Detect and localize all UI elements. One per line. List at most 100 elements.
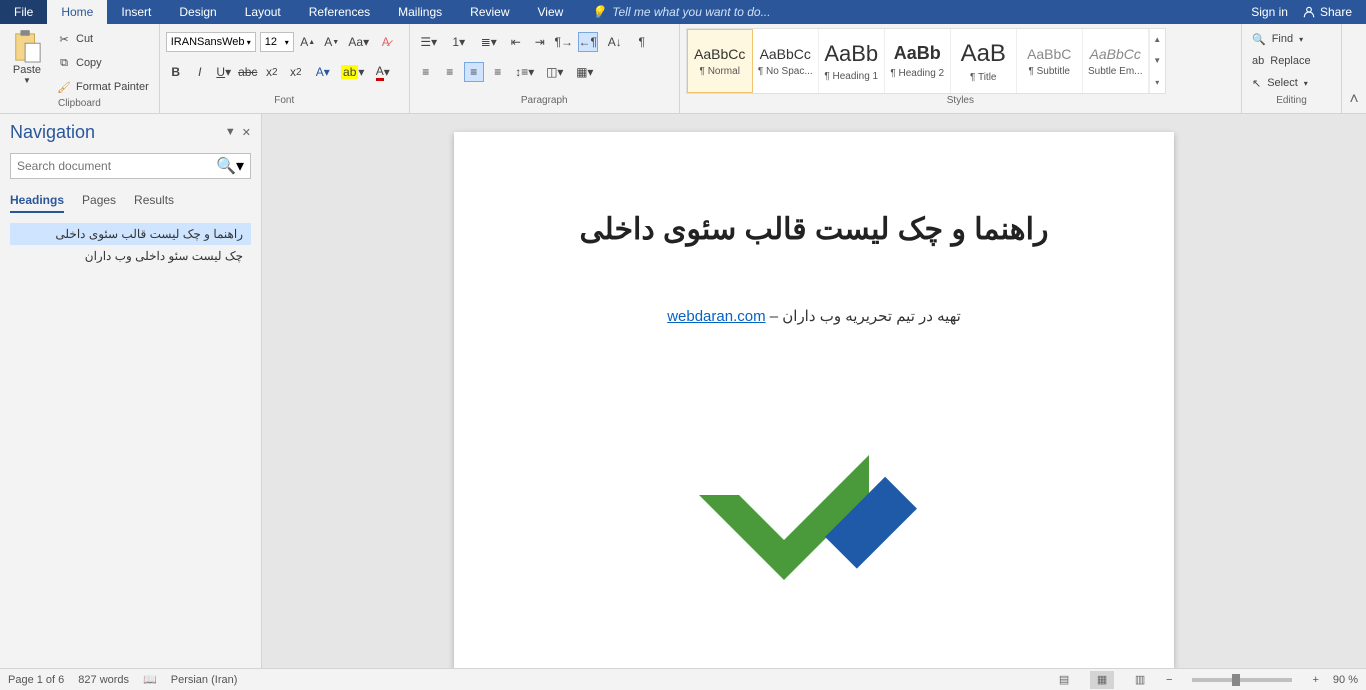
style-subtle-em[interactable]: AaBbCcSubtle Em... — [1083, 29, 1149, 93]
style-normal[interactable]: AaBbCc¶ Normal — [687, 29, 753, 93]
collapse-ribbon-button[interactable]: ˄ — [1342, 24, 1366, 113]
select-button[interactable]: ↖Select▾ — [1248, 72, 1312, 94]
grow-font-button[interactable]: A▲ — [298, 32, 318, 52]
clear-formatting-button[interactable]: A̷ — [376, 32, 396, 52]
navpane-close[interactable]: ✕ — [242, 126, 251, 139]
tell-me-search[interactable]: 💡 Tell me what you want to do... — [577, 0, 784, 24]
zoom-level[interactable]: 90 % — [1333, 674, 1358, 686]
group-label-styles: Styles — [686, 95, 1235, 113]
webdaran-link[interactable]: webdaran.com — [667, 308, 765, 325]
cut-button[interactable]: ✂Cut — [52, 28, 153, 50]
tab-view[interactable]: View — [524, 0, 578, 24]
gallery-row-down[interactable]: ▼ — [1150, 50, 1165, 71]
change-case-button[interactable]: Aa▾ — [346, 32, 372, 52]
navpane-dropdown[interactable]: ▼ — [225, 126, 236, 139]
tab-design[interactable]: Design — [165, 0, 230, 24]
sort-button[interactable]: A↓ — [602, 32, 628, 52]
justify-button[interactable]: ≡ — [488, 62, 508, 82]
style-heading2[interactable]: AaBb¶ Heading 2 — [885, 29, 951, 93]
underline-button[interactable]: U▾ — [214, 62, 234, 82]
font-color-button[interactable]: A▾ — [370, 62, 396, 82]
group-font: IRANSansWeb▾ 12▾ A▲ A▼ Aa▾ A̷ B I U▾ abc… — [160, 24, 410, 113]
text-effects-button[interactable]: A▾ — [310, 62, 336, 82]
decrease-indent-button[interactable]: ⇤ — [506, 32, 526, 52]
nav-tab-headings[interactable]: Headings — [10, 193, 64, 213]
title-tab-bar: File Home Insert Design Layout Reference… — [0, 0, 1366, 24]
borders-button[interactable]: ▦▾ — [572, 62, 598, 82]
rtl-button[interactable]: ←¶ — [578, 32, 598, 52]
zoom-slider-thumb[interactable] — [1232, 674, 1240, 686]
group-clipboard: Paste ▼ ✂Cut ⧉Copy 🖌Format Painter Clipb… — [0, 24, 160, 113]
increase-indent-button[interactable]: ⇥ — [530, 32, 550, 52]
nav-tab-pages[interactable]: Pages — [82, 193, 116, 213]
bullets-button[interactable]: ☰▾ — [416, 32, 442, 52]
styles-gallery: AaBbCc¶ Normal AaBbCc¶ No Spac... AaBb¶ … — [686, 28, 1166, 94]
document-title: راهنما و چک لیست قالب سئوی داخلی — [514, 212, 1114, 247]
bold-button[interactable]: B — [166, 62, 186, 82]
show-marks-button[interactable]: ¶ — [632, 32, 652, 52]
status-words[interactable]: 827 words — [78, 674, 129, 686]
shading-button[interactable]: ◫▾ — [542, 62, 568, 82]
align-right-button[interactable]: ≡ — [464, 62, 484, 82]
tab-references[interactable]: References — [295, 0, 384, 24]
subscript-button[interactable]: x2 — [262, 62, 282, 82]
status-page[interactable]: Page 1 of 6 — [8, 674, 64, 686]
nav-heading-item[interactable]: چک لیست سئو داخلی وب داران — [10, 245, 251, 267]
shrink-font-button[interactable]: A▼ — [322, 32, 342, 52]
highlight-button[interactable]: ab▾ — [340, 62, 366, 82]
line-spacing-button[interactable]: ↕≡▾ — [512, 62, 538, 82]
style-title[interactable]: AaB¶ Title — [951, 29, 1017, 93]
nav-tab-results[interactable]: Results — [134, 193, 174, 213]
style-heading1[interactable]: AaBb¶ Heading 1 — [819, 29, 885, 93]
tab-home[interactable]: Home — [47, 0, 107, 24]
tab-review[interactable]: Review — [456, 0, 523, 24]
tab-layout[interactable]: Layout — [231, 0, 295, 24]
search-icon[interactable]: 🔍▾ — [216, 156, 244, 176]
gallery-expand[interactable]: ▾ — [1150, 72, 1165, 93]
web-layout-button[interactable]: ▥ — [1128, 671, 1152, 689]
superscript-button[interactable]: x2 — [286, 62, 306, 82]
copy-icon: ⧉ — [56, 55, 72, 71]
style-subtitle[interactable]: AaBbC¶ Subtitle — [1017, 29, 1083, 93]
replace-button[interactable]: abReplace — [1248, 50, 1315, 72]
zoom-slider[interactable] — [1192, 678, 1292, 682]
ribbon: Paste ▼ ✂Cut ⧉Copy 🖌Format Painter Clipb… — [0, 24, 1366, 114]
zoom-in-button[interactable]: + — [1312, 674, 1318, 686]
nav-search-input[interactable] — [17, 159, 216, 173]
format-painter-button[interactable]: 🖌Format Painter — [52, 76, 153, 98]
align-center-button[interactable]: ≡ — [440, 62, 460, 82]
font-size-combo[interactable]: 12▾ — [260, 32, 294, 52]
read-mode-button[interactable]: ▤ — [1052, 671, 1076, 689]
tab-insert[interactable]: Insert — [107, 0, 165, 24]
share-button[interactable]: Share — [1302, 5, 1352, 19]
style-no-spacing[interactable]: AaBbCc¶ No Spac... — [753, 29, 819, 93]
font-name-combo[interactable]: IRANSansWeb▾ — [166, 32, 256, 52]
sign-in-link[interactable]: Sign in — [1251, 5, 1288, 19]
nav-search-box[interactable]: 🔍▾ — [10, 153, 251, 179]
ltr-button[interactable]: ¶→ — [554, 32, 574, 52]
document-area[interactable]: راهنما و چک لیست قالب سئوی داخلی تهیه در… — [262, 114, 1366, 668]
paste-button[interactable]: Paste ▼ — [6, 28, 48, 85]
spellcheck-icon[interactable]: 📖 — [143, 673, 157, 686]
zoom-out-button[interactable]: − — [1166, 674, 1172, 686]
copy-button[interactable]: ⧉Copy — [52, 52, 153, 74]
multilevel-button[interactable]: ≣▾ — [476, 32, 502, 52]
document-subline: تهیه در تیم تحریریه وب داران – webdaran.… — [514, 307, 1114, 325]
find-button[interactable]: 🔍Find▾ — [1248, 28, 1307, 50]
tell-me-placeholder: Tell me what you want to do... — [612, 5, 770, 19]
group-styles: AaBbCc¶ Normal AaBbCc¶ No Spac... AaBb¶ … — [680, 24, 1242, 113]
status-language[interactable]: Persian (Iran) — [171, 674, 238, 686]
strikethrough-button[interactable]: abc — [238, 62, 258, 82]
nav-heading-item[interactable]: راهنما و چک لیست قالب سئوی داخلی — [10, 223, 251, 245]
align-left-button[interactable]: ≡ — [416, 62, 436, 82]
document-page[interactable]: راهنما و چک لیست قالب سئوی داخلی تهیه در… — [454, 132, 1174, 668]
tab-mailings[interactable]: Mailings — [384, 0, 456, 24]
group-paragraph: ☰▾ 1▾ ≣▾ ⇤ ⇥ ¶→ ←¶ A↓ ¶ ≡ ≡ ≡ ≡ ↕≡▾ ◫▾ ▦… — [410, 24, 680, 113]
numbering-button[interactable]: 1▾ — [446, 32, 472, 52]
chevron-down-icon: ▾ — [247, 38, 251, 47]
gallery-row-up[interactable]: ▲ — [1150, 29, 1165, 50]
print-layout-button[interactable]: ▦ — [1090, 671, 1114, 689]
italic-button[interactable]: I — [190, 62, 210, 82]
tab-file[interactable]: File — [0, 0, 47, 24]
nav-tabs: Headings Pages Results — [10, 193, 251, 213]
